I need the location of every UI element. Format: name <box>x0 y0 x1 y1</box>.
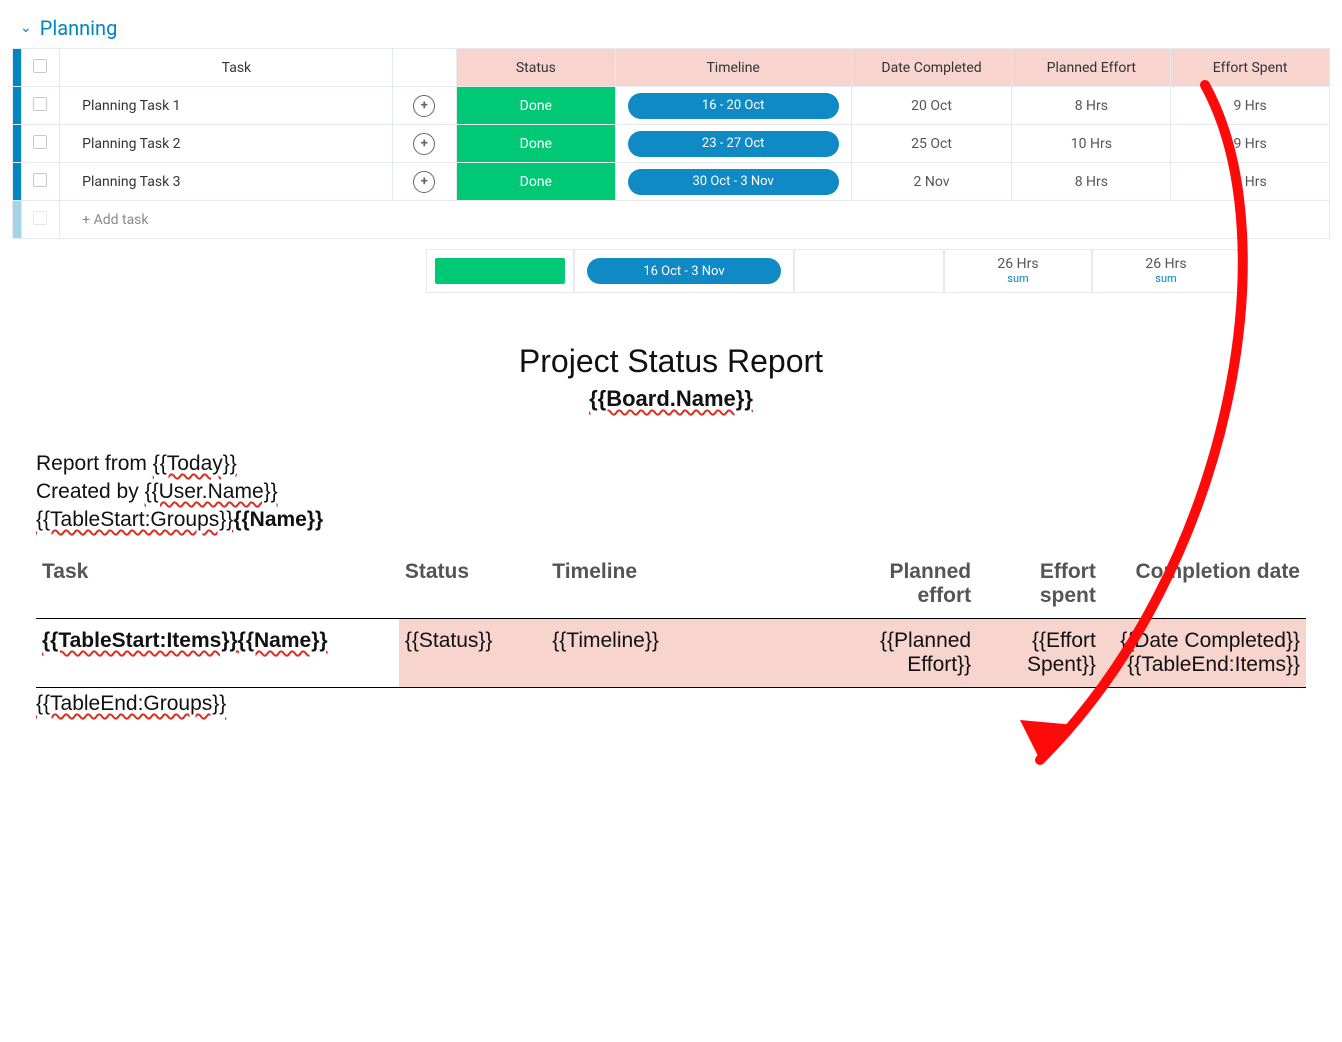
row-checkbox <box>33 211 47 225</box>
report-title: Project Status Report <box>36 343 1306 380</box>
tpl-cell-spent: {{Effort Spent}} <box>977 619 1102 688</box>
planned-effort-cell[interactable]: 10 Hrs <box>1012 125 1171 163</box>
add-comment-icon[interactable]: + <box>413 95 435 117</box>
summary-date <box>794 249 944 293</box>
effort-spent-cell[interactable]: 9 Hrs <box>1171 87 1330 125</box>
task-name-cell[interactable]: Planning Task 2 <box>60 125 392 163</box>
tpl-cell-date: {{Date Completed}}{{TableEnd:Items}} <box>1102 619 1306 688</box>
col-header-timeline[interactable]: Timeline <box>615 49 851 87</box>
task-name-cell[interactable]: Planning Task 1 <box>60 87 392 125</box>
group-header[interactable]: ⌄ Planning <box>12 10 1330 48</box>
tpl-cell-planned: {{Planned Effort}} <box>841 619 977 688</box>
date-completed-cell[interactable]: 25 Oct <box>851 125 1012 163</box>
chevron-down-icon: ⌄ <box>20 20 32 36</box>
table-row[interactable]: Planning Task 3 + Done 30 Oct - 3 Nov 2 … <box>13 163 1330 201</box>
row-checkbox[interactable] <box>33 135 47 149</box>
tpl-header-timeline: Timeline <box>546 550 841 619</box>
tpl-header-task: Task <box>36 550 399 619</box>
report-author-line: Created by {{User.Name}} <box>36 480 1306 504</box>
tpl-cell-task: {{TableStart:Items}}{{Name}} <box>36 619 399 688</box>
effort-spent-cell[interactable]: 9 Hrs <box>1171 125 1330 163</box>
add-task-row[interactable]: + Add task <box>13 201 1330 239</box>
timeline-pill[interactable]: 16 - 20 Oct <box>628 93 839 119</box>
tpl-cell-status: {{Status}} <box>399 619 546 688</box>
template-items-table: Task Status Timeline Planned effort Effo… <box>36 550 1306 688</box>
planned-effort-cell[interactable]: 8 Hrs <box>1012 87 1171 125</box>
col-header-status[interactable]: Status <box>456 49 615 87</box>
col-header-planned-effort[interactable]: Planned Effort <box>1012 49 1171 87</box>
tpl-header-spent: Effort spent <box>977 550 1102 619</box>
table-row[interactable]: Planning Task 1 + Done 16 - 20 Oct 20 Oc… <box>13 87 1330 125</box>
board-group: ⌄ Planning Task Status Timeline Date Com… <box>12 10 1330 293</box>
summary-spent: 26 Hrs sum <box>1092 249 1240 293</box>
table-row[interactable]: Planning Task 2 + Done 23 - 27 Oct 25 Oc… <box>13 125 1330 163</box>
summary-planned: 26 Hrs sum <box>944 249 1092 293</box>
add-task-label[interactable]: + Add task <box>60 201 1330 239</box>
timeline-pill[interactable]: 23 - 27 Oct <box>628 131 839 157</box>
add-comment-icon[interactable]: + <box>413 133 435 155</box>
date-completed-cell[interactable]: 2 Nov <box>851 163 1012 201</box>
report-date-line: Report from {{Today}} <box>36 452 1306 476</box>
col-header-task[interactable]: Task <box>60 49 392 87</box>
template-item-row: {{TableStart:Items}}{{Name}} {{Status}} … <box>36 619 1306 688</box>
tpl-header-planned: Planned effort <box>841 550 977 619</box>
tpl-cell-timeline: {{Timeline}} <box>546 619 841 688</box>
summary-timeline: 16 Oct - 3 Nov <box>574 249 794 293</box>
task-name-cell[interactable]: Planning Task 3 <box>60 163 392 201</box>
effort-spent-cell[interactable]: 8 Hrs <box>1171 163 1330 201</box>
table-header-row: Task Status Timeline Date Completed Plan… <box>13 49 1330 87</box>
group-start-token: {{TableStart:Groups}}{{Name}} <box>36 508 1306 532</box>
report-document: Project Status Report {{Board.Name}} Rep… <box>36 343 1306 716</box>
add-comment-icon[interactable]: + <box>413 171 435 193</box>
summary-status <box>426 249 574 293</box>
status-pill[interactable]: Done <box>457 125 615 162</box>
timeline-pill[interactable]: 30 Oct - 3 Nov <box>628 169 839 195</box>
status-pill[interactable]: Done <box>457 163 615 200</box>
status-pill[interactable]: Done <box>457 87 615 124</box>
board-table: Task Status Timeline Date Completed Plan… <box>12 48 1330 239</box>
tpl-header-status: Status <box>399 550 546 619</box>
date-completed-cell[interactable]: 20 Oct <box>851 87 1012 125</box>
row-checkbox[interactable] <box>33 173 47 187</box>
col-header-effort-spent[interactable]: Effort Spent <box>1171 49 1330 87</box>
select-all-checkbox[interactable] <box>33 59 47 73</box>
col-header-date-completed[interactable]: Date Completed <box>851 49 1012 87</box>
report-subtitle: {{Board.Name}} <box>36 386 1306 412</box>
group-name: Planning <box>40 16 118 40</box>
planned-effort-cell[interactable]: 8 Hrs <box>1012 163 1171 201</box>
row-checkbox[interactable] <box>33 97 47 111</box>
tpl-header-date: Completion date <box>1102 550 1306 619</box>
summary-row: 16 Oct - 3 Nov 26 Hrs sum 26 Hrs sum <box>12 249 1330 293</box>
group-end-token: {{TableEnd:Groups}} <box>36 692 1306 716</box>
